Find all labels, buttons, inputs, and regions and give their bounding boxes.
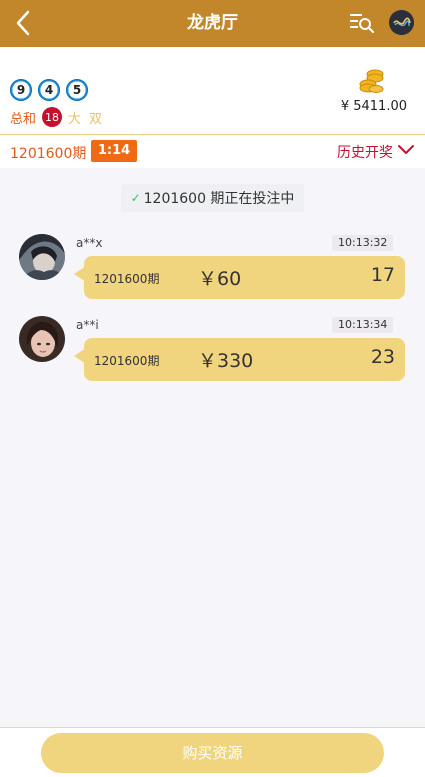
history-draws-link[interactable]: 历史开奖 [337, 142, 415, 162]
bet-message: a**x 10:13:32 1201600期 ￥60 17 [0, 234, 425, 304]
top-bar: 龙虎厅 [0, 0, 425, 47]
check-icon: ✓ [130, 191, 141, 205]
bet-pick: 17 [370, 264, 395, 286]
bet-amount: ￥330 [198, 350, 254, 372]
chevron-down-icon [397, 144, 415, 160]
message-time: 10:13:34 [332, 317, 394, 333]
bet-pick: 23 [370, 346, 395, 368]
status-hint: 截止投注 [141, 148, 194, 163]
last-result-panel: 1201599期 9 4 5 总和 18 大 双 ¥ 5411.00 [0, 47, 425, 135]
result-balls: 9 4 5 [10, 79, 88, 101]
message-time: 10:13:32 [332, 235, 394, 251]
bet-bubble[interactable]: 1201600期 ￥60 17 [84, 256, 405, 299]
avatar-icon[interactable] [389, 10, 414, 35]
coin-stack-icon [359, 68, 385, 94]
current-issue-bar: 1201600期 1:14 截止投注 历史开奖 [0, 136, 425, 168]
buy-button[interactable]: 购买资源 [41, 733, 384, 773]
result-ball: 5 [66, 79, 88, 101]
size-label: 大 [68, 111, 82, 127]
list-search-icon[interactable] [348, 10, 376, 36]
username: a**i [76, 318, 99, 332]
result-ball: 4 [38, 79, 60, 101]
user-avatar [19, 316, 65, 362]
betting-notice: ✓ 1201600 期正在投注中 [121, 184, 304, 212]
username: a**x [76, 236, 103, 250]
bet-message: a**i 10:13:34 1201600期 ￥330 23 [0, 316, 425, 386]
bet-bubble[interactable]: 1201600期 ￥330 23 [84, 338, 405, 381]
previous-issue-label: 1201599期 [10, 59, 76, 73]
current-issue: 1201600期 [10, 146, 87, 162]
bet-amount: ￥60 [198, 268, 242, 290]
balance-amount: ¥ 5411.00 [340, 99, 407, 114]
result-ball: 9 [10, 79, 32, 101]
notice-text: 1201600 期正在投注中 [143, 191, 295, 207]
parity-label: 双 [89, 111, 103, 127]
bet-issue: 1201600期 [94, 354, 160, 368]
sum-badge: 18 [42, 107, 63, 127]
user-avatar [19, 234, 65, 280]
bet-issue: 1201600期 [94, 272, 160, 286]
countdown-timer: 1:14 [91, 140, 137, 162]
bottom-bar: 购买资源 [0, 727, 425, 777]
sum-label: 总和 [10, 111, 37, 127]
history-link-label: 历史开奖 [337, 145, 393, 161]
sum-row: 总和 18 大 双 [10, 107, 110, 127]
